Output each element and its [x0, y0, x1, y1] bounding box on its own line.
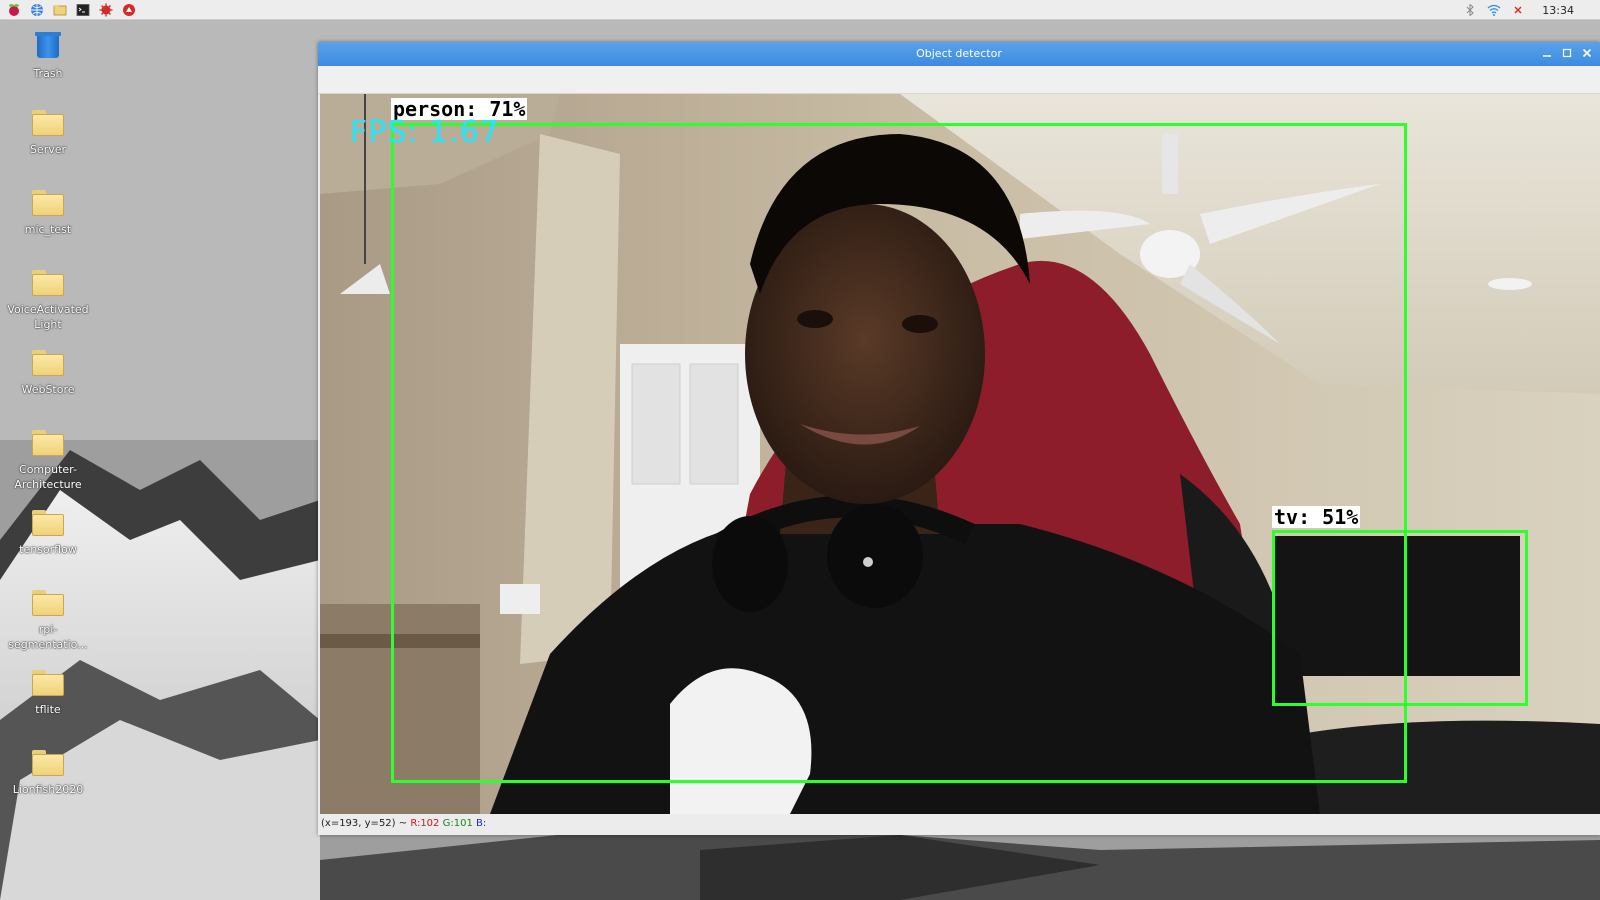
web-browser-icon[interactable] [27, 1, 47, 19]
folder-icon [32, 430, 64, 456]
pixel-red-value: R:102 [410, 818, 440, 829]
minimize-icon[interactable] [1540, 45, 1554, 61]
desktop-icon-label: Computer-Architecture [14, 463, 82, 491]
desktop-icon-label: Server [29, 143, 67, 156]
window-title: Object detector [916, 47, 1002, 60]
bbox-person [391, 123, 1407, 783]
folder-icon [32, 190, 64, 216]
desktop-icon-trash[interactable]: Trash [4, 30, 92, 81]
status-bar: (x=193, y=52) ~ R:102 G:101 B: [318, 814, 1600, 835]
folder-icon [32, 510, 64, 536]
desktop-icon-label: Lionfish2020 [12, 783, 84, 796]
taskbar: 13:34 [0, 0, 1600, 20]
desktop-icon-webstore[interactable]: WebStore [4, 350, 92, 397]
terminal-icon[interactable] [73, 1, 93, 19]
system-tray: 13:34 [1462, 0, 1600, 20]
folder-icon [32, 270, 64, 296]
desktop-icon-label: mic_test [24, 223, 72, 236]
desktop-icon-lionfish2020[interactable]: Lionfish2020 [4, 750, 92, 797]
desktop-icon-label: Trash [33, 67, 63, 80]
desktop-icon-computer-architecture[interactable]: Computer-Architecture [4, 430, 92, 492]
pixel-coords: (x=193, y=52) ~ [321, 818, 408, 829]
bbox-tv [1272, 530, 1528, 706]
raspberry-menu-icon[interactable] [4, 1, 24, 19]
desktop-icon-label: VoiceActivated Light [7, 303, 89, 331]
volume-mute-icon[interactable] [1510, 2, 1526, 18]
bbox-label-tv: tv: 51% [1272, 505, 1361, 529]
desktop-icon-label: rpi-segmentatio... [8, 623, 88, 651]
folder-icon [32, 350, 64, 376]
folder-icon [32, 670, 64, 696]
bluetooth-icon[interactable] [1462, 2, 1478, 18]
desktop-icon-label: tensorflow [19, 543, 77, 556]
folder-icon [32, 750, 64, 776]
math-app-icon[interactable] [96, 1, 116, 19]
wifi-icon[interactable] [1486, 2, 1502, 18]
desktop-icon-tflite[interactable]: tflite [4, 670, 92, 717]
object-detector-window[interactable]: Object detector person: 71% tv: 51% FPS:… [318, 42, 1600, 835]
close-icon[interactable] [1580, 45, 1594, 61]
desktop-icon-label: WebStore [21, 383, 75, 396]
desktop-icon-voiceactivated-light[interactable]: VoiceActivated Light [4, 270, 92, 332]
folder-icon [32, 590, 64, 616]
folder-icon [32, 110, 64, 136]
maximize-icon[interactable] [1560, 45, 1574, 61]
desktop-icon-mic-test[interactable]: mic_test [4, 190, 92, 237]
window-toolbar [318, 66, 1600, 94]
wolfram-icon[interactable] [119, 1, 139, 19]
file-manager-icon[interactable] [50, 1, 70, 19]
window-titlebar[interactable]: Object detector [318, 42, 1600, 66]
trash-icon [34, 30, 62, 60]
desktop-icon-server[interactable]: Server [4, 110, 92, 157]
camera-feed[interactable]: person: 71% tv: 51% FPS: 1.67 [320, 94, 1600, 814]
desktop-icon-tensorflow[interactable]: tensorflow [4, 510, 92, 557]
desktop-icon-label: tflite [35, 703, 61, 716]
desktop-icon-rpi-segmentation[interactable]: rpi-segmentatio... [4, 590, 92, 652]
pixel-green-value: G:101 [442, 818, 473, 829]
fps-overlay: FPS: 1.67 [350, 115, 500, 150]
clock[interactable]: 13:34 [1542, 4, 1574, 17]
pixel-blue-value: B: [476, 818, 487, 829]
